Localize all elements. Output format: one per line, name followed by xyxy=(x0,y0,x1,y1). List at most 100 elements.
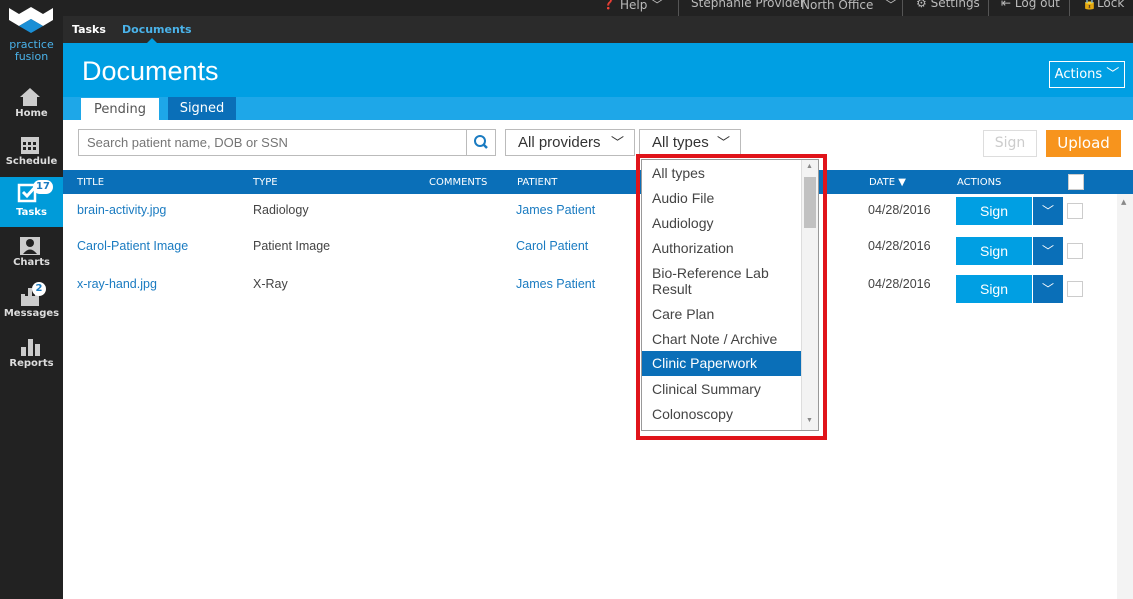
row-patient[interactable]: Carol Patient xyxy=(516,239,588,253)
divider xyxy=(902,0,903,16)
page-header: Documents Actions ﹀ Pending Signed xyxy=(63,43,1133,121)
logout-label: Log out xyxy=(1014,0,1060,10)
scrollbar-thumb[interactable] xyxy=(804,177,816,228)
option-colonoscopy[interactable]: Colonoscopy xyxy=(642,406,801,422)
page-scrollbar[interactable]: ▲ xyxy=(1117,194,1133,599)
sidebar-item-tasks[interactable]: 17 Tasks xyxy=(0,177,63,227)
col-title[interactable]: TITLE xyxy=(77,177,104,188)
row-date: 04/28/2016 xyxy=(868,277,931,291)
tab-pending[interactable]: Pending xyxy=(81,98,159,121)
types-select[interactable]: All types ﹀ xyxy=(639,129,741,156)
scroll-down-arrow-icon[interactable]: ▼ xyxy=(806,417,813,424)
sidebar-item-schedule[interactable]: Schedule xyxy=(0,130,63,178)
row-patient[interactable]: James Patient xyxy=(516,277,595,291)
option-chart-note-archive[interactable]: Chart Note / Archive xyxy=(642,331,801,347)
option-bio-reference-lab-result[interactable]: Bio-Reference Lab Result xyxy=(642,265,801,297)
col-date-label: DATE xyxy=(869,177,896,188)
sidebar-item-label: Tasks xyxy=(16,207,47,218)
sign-selected-button[interactable]: Sign xyxy=(983,130,1037,157)
search-button[interactable] xyxy=(466,129,496,156)
sign-button[interactable]: Sign xyxy=(956,275,1032,303)
logout-icon: ⇤ xyxy=(1001,0,1012,10)
row-checkbox[interactable] xyxy=(1067,281,1083,297)
sidebar-item-label: Charts xyxy=(13,257,50,268)
option-care-plan[interactable]: Care Plan xyxy=(642,306,801,322)
sign-options-button[interactable]: ﹀ xyxy=(1033,197,1063,225)
scroll-up-arrow-icon[interactable]: ▲ xyxy=(1121,198,1126,206)
option-authorization[interactable]: Authorization xyxy=(642,240,801,256)
option-all-types[interactable]: All types xyxy=(642,165,801,181)
row-date: 04/28/2016 xyxy=(868,203,931,217)
left-sidebar: practice fusion Home Schedule 17 Tasks C… xyxy=(0,0,63,599)
tasks-badge: 17 xyxy=(33,180,53,194)
types-dropdown-list: All types Audio File Audiology Authoriza… xyxy=(641,159,819,431)
user-name: Stephanie Provider xyxy=(691,0,805,10)
row-title[interactable]: x-ray-hand.jpg xyxy=(77,277,157,291)
search-icon xyxy=(474,135,488,149)
row-patient[interactable]: James Patient xyxy=(516,203,595,217)
dropdown-scrollbar[interactable]: ▲ ▼ xyxy=(801,160,818,430)
sign-options-button[interactable]: ﹀ xyxy=(1033,237,1063,265)
col-patient[interactable]: PATIENT xyxy=(517,177,557,188)
subnav-tasks[interactable]: Tasks xyxy=(72,23,106,36)
actions-button[interactable]: Actions ﹀ xyxy=(1049,61,1125,88)
help-icon: ❓ xyxy=(601,0,616,10)
option-audio-file[interactable]: Audio File xyxy=(642,190,801,206)
sub-navigation: Tasks Documents xyxy=(63,16,1133,43)
search-input[interactable] xyxy=(78,129,467,156)
actions-label: Actions xyxy=(1054,67,1103,82)
settings-label: Settings xyxy=(930,0,980,10)
sidebar-item-reports[interactable]: Reports xyxy=(0,332,63,380)
row-title[interactable]: Carol-Patient Image xyxy=(77,239,188,253)
col-type[interactable]: TYPE xyxy=(253,177,278,188)
office-menu[interactable]: North Office ﹀ xyxy=(801,0,897,13)
tab-signed[interactable]: Signed xyxy=(168,97,236,120)
sign-button[interactable]: Sign xyxy=(956,237,1032,265)
office-label: North Office xyxy=(801,0,874,12)
logo-text-line2: fusion xyxy=(14,50,49,63)
sidebar-item-label: Reports xyxy=(9,358,54,369)
select-all-checkbox[interactable] xyxy=(1068,174,1084,190)
sidebar-item-home[interactable]: Home xyxy=(0,82,63,130)
sign-button[interactable]: Sign xyxy=(956,197,1032,225)
row-title[interactable]: brain-activity.jpg xyxy=(77,203,166,217)
option-clinical-summary[interactable]: Clinical Summary xyxy=(642,381,801,397)
chart-person-icon xyxy=(20,237,40,255)
help-label: Help xyxy=(620,0,648,12)
types-value: All types xyxy=(652,134,709,151)
option-clinic-paperwork[interactable]: Clinic Paperwork xyxy=(642,351,801,376)
row-type: Patient Image xyxy=(253,239,331,253)
row-checkbox[interactable] xyxy=(1067,203,1083,219)
table-row: x-ray-hand.jpg X-Ray James Patient 04/28… xyxy=(63,269,1117,307)
col-actions: ACTIONS xyxy=(957,177,1002,188)
sidebar-item-label: Messages xyxy=(3,308,60,319)
row-checkbox[interactable] xyxy=(1067,243,1083,259)
sidebar-item-label: Home xyxy=(15,108,48,119)
top-bar: ❓ Help ﹀ Stephanie Provider North Office… xyxy=(63,0,1133,16)
sign-options-button[interactable]: ﹀ xyxy=(1033,275,1063,303)
row-type: X-Ray xyxy=(253,277,288,291)
scroll-up-arrow-icon[interactable]: ▲ xyxy=(806,163,813,170)
providers-select[interactable]: All providers ﹀ xyxy=(505,129,635,156)
chevron-down-icon: ﹀ xyxy=(1041,282,1054,296)
gear-icon: ⚙ xyxy=(916,0,927,10)
sidebar-item-messages[interactable]: 2 Messages xyxy=(0,282,63,330)
logo-icon xyxy=(9,7,53,33)
help-menu[interactable]: Help ﹀ xyxy=(620,0,663,13)
col-comments[interactable]: COMMENTS xyxy=(429,177,487,188)
messages-badge: 2 xyxy=(32,282,46,296)
upload-button[interactable]: Upload xyxy=(1046,130,1121,157)
table-row: Carol-Patient Image Patient Image Carol … xyxy=(63,231,1117,269)
bar-chart-icon xyxy=(21,339,40,356)
lock-label: Lock xyxy=(1096,0,1125,10)
settings-link[interactable]: ⚙ Settings xyxy=(916,0,980,10)
table-row: brain-activity.jpg Radiology James Patie… xyxy=(63,195,1117,233)
option-audiology[interactable]: Audiology xyxy=(642,215,801,231)
sidebar-item-charts[interactable]: Charts xyxy=(0,231,63,279)
divider xyxy=(1069,0,1070,16)
col-date[interactable]: DATE ▼ xyxy=(869,177,906,188)
practice-fusion-logo[interactable]: practice fusion xyxy=(0,0,63,70)
lock-link[interactable]: 🔒Lock xyxy=(1082,0,1124,10)
subnav-documents[interactable]: Documents xyxy=(122,23,192,36)
logout-link[interactable]: ⇤ Log out xyxy=(1001,0,1060,10)
